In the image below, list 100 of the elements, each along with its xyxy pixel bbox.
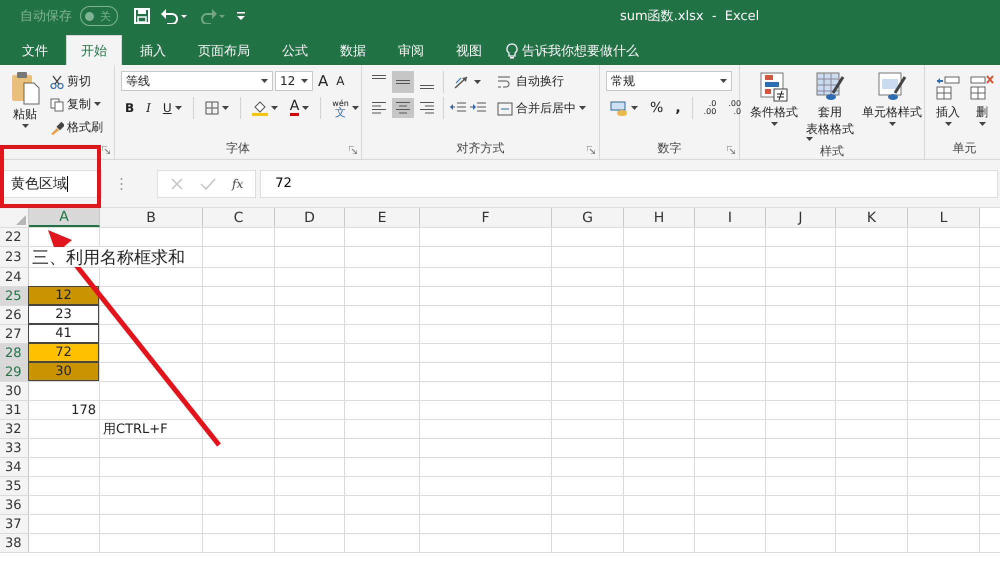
- column-header[interactable]: L: [908, 208, 980, 227]
- caret-icon[interactable]: [301, 78, 308, 84]
- caret-icon[interactable]: [261, 78, 268, 84]
- column-header[interactable]: J: [766, 208, 836, 227]
- group-label: 字体: [225, 140, 251, 157]
- percent-button[interactable]: %: [646, 98, 668, 118]
- column-header[interactable]: K: [836, 208, 908, 227]
- center-align-button[interactable]: [392, 98, 414, 118]
- row-header[interactable]: 23: [0, 247, 29, 267]
- insert-function-button[interactable]: fx: [232, 176, 244, 190]
- caret-icon[interactable]: [770, 122, 778, 127]
- column-header[interactable]: B: [100, 208, 203, 227]
- caret-icon[interactable]: [806, 137, 813, 142]
- caret-icon[interactable]: [474, 80, 481, 84]
- row-header[interactable]: 38: [0, 534, 29, 552]
- ribbon-tab[interactable]: 页面布局: [184, 36, 264, 65]
- paint-bucket-icon: [252, 100, 268, 116]
- ribbon-tab[interactable]: 开始: [66, 35, 122, 65]
- merge-center-button[interactable]: 合并后居中: [493, 98, 590, 119]
- caret-icon[interactable]: [888, 122, 896, 127]
- row-header[interactable]: 24: [0, 268, 29, 286]
- caret-icon[interactable]: [978, 122, 986, 127]
- caret-icon[interactable]: [944, 122, 952, 127]
- merge-icon: [497, 102, 513, 116]
- row-header[interactable]: 33: [0, 439, 29, 457]
- cut-button[interactable]: 剪切: [46, 71, 107, 92]
- ribbon-tab[interactable]: 公式: [268, 36, 322, 65]
- row-header[interactable]: 28: [0, 344, 29, 362]
- shrink-font-button[interactable]: A: [333, 73, 348, 89]
- bold-button[interactable]: B: [121, 99, 138, 117]
- column-header[interactable]: F: [420, 208, 552, 227]
- font-size-field[interactable]: 12: [275, 71, 313, 91]
- column-header[interactable]: D: [275, 208, 345, 227]
- row-header[interactable]: 27: [0, 325, 29, 343]
- decrease-decimal-button[interactable]: .00 .0: [724, 98, 746, 118]
- caret-icon[interactable]: [579, 106, 586, 111]
- row-header[interactable]: 36: [0, 496, 29, 514]
- caret-icon[interactable]: [720, 78, 727, 84]
- row-header[interactable]: 31: [0, 401, 29, 419]
- caret-icon[interactable]: [94, 102, 101, 107]
- increase-decimal-button[interactable]: .0 .00: [700, 98, 720, 118]
- column-header[interactable]: G: [552, 208, 624, 227]
- row-header[interactable]: 35: [0, 477, 29, 495]
- brush-icon: [50, 120, 64, 134]
- undo-icon[interactable]: [160, 8, 188, 24]
- ribbon-tab[interactable]: 数据: [326, 36, 380, 65]
- dialog-launcher-icon[interactable]: [349, 146, 357, 154]
- column-header[interactable]: I: [695, 208, 766, 227]
- delete-button[interactable]: 删: [965, 71, 999, 139]
- ribbon-tab[interactable]: 插入: [126, 36, 180, 65]
- row-header[interactable]: 30: [0, 382, 29, 400]
- font-name-field[interactable]: 等线: [121, 71, 273, 91]
- caret-icon[interactable]: [302, 106, 310, 110]
- caret-icon[interactable]: [631, 106, 638, 110]
- middle-align-button[interactable]: [392, 71, 414, 93]
- format-painter-button[interactable]: 格式刷: [46, 117, 107, 138]
- font-color-button[interactable]: A: [286, 98, 314, 118]
- row-header[interactable]: 26: [0, 306, 29, 324]
- formula-field[interactable]: 72: [260, 170, 998, 198]
- customize-icon[interactable]: [236, 10, 246, 22]
- caret-icon[interactable]: [352, 106, 359, 110]
- paste-button[interactable]: 粘贴: [6, 71, 44, 139]
- grow-font-button[interactable]: A: [315, 71, 332, 91]
- row-header[interactable]: 37: [0, 515, 29, 533]
- format-as-table-button[interactable]: 套用 表格格式: [802, 71, 858, 142]
- autosave-label: 自动保存: [20, 8, 72, 25]
- conditional-format-button[interactable]: 条件格式: [746, 71, 802, 142]
- row-header[interactable]: 34: [0, 458, 29, 476]
- ribbon-tab[interactable]: 视图: [442, 36, 496, 65]
- row-header[interactable]: 29: [0, 363, 29, 381]
- caret-icon[interactable]: [222, 106, 229, 110]
- column-header[interactable]: C: [203, 208, 275, 227]
- number-format-field[interactable]: 常规: [606, 71, 732, 91]
- copy-button[interactable]: 复制: [46, 94, 107, 115]
- dialog-launcher-icon[interactable]: [727, 146, 735, 154]
- ribbon-tab[interactable]: 文件: [8, 36, 62, 65]
- insert-button[interactable]: 插入: [931, 71, 965, 139]
- ribbon-tab[interactable]: 审阅: [384, 36, 438, 65]
- underline-button[interactable]: U: [158, 99, 186, 117]
- caret-icon[interactable]: [174, 106, 182, 110]
- row-header[interactable]: 22: [0, 228, 29, 246]
- column-header[interactable]: E: [345, 208, 420, 227]
- row-header[interactable]: 32: [0, 420, 29, 438]
- caret-icon[interactable]: [270, 106, 278, 110]
- wrap-text-button[interactable]: 自动换行: [493, 71, 590, 92]
- column-header[interactable]: A: [29, 208, 100, 227]
- italic-button[interactable]: I: [142, 99, 155, 117]
- table-cell-text: 用CTRL+F: [102, 421, 169, 438]
- name-box[interactable]: 黄色区域: [2, 170, 102, 198]
- caret-icon[interactable]: [22, 124, 28, 129]
- comma-button[interactable]: ,: [671, 98, 685, 118]
- dialog-launcher-icon[interactable]: [587, 146, 595, 154]
- column-header[interactable]: H: [624, 208, 695, 227]
- tell-me-field[interactable]: 告诉我你想要做什么: [506, 36, 639, 65]
- phonetic-button[interactable]: wén 文: [328, 97, 363, 119]
- cell-styles-button[interactable]: 单元格样式: [858, 71, 926, 142]
- row-header[interactable]: 25: [0, 287, 29, 305]
- group-label: 数字: [656, 140, 682, 157]
- save-icon[interactable]: [134, 8, 150, 24]
- dialog-launcher-icon[interactable]: [102, 146, 110, 154]
